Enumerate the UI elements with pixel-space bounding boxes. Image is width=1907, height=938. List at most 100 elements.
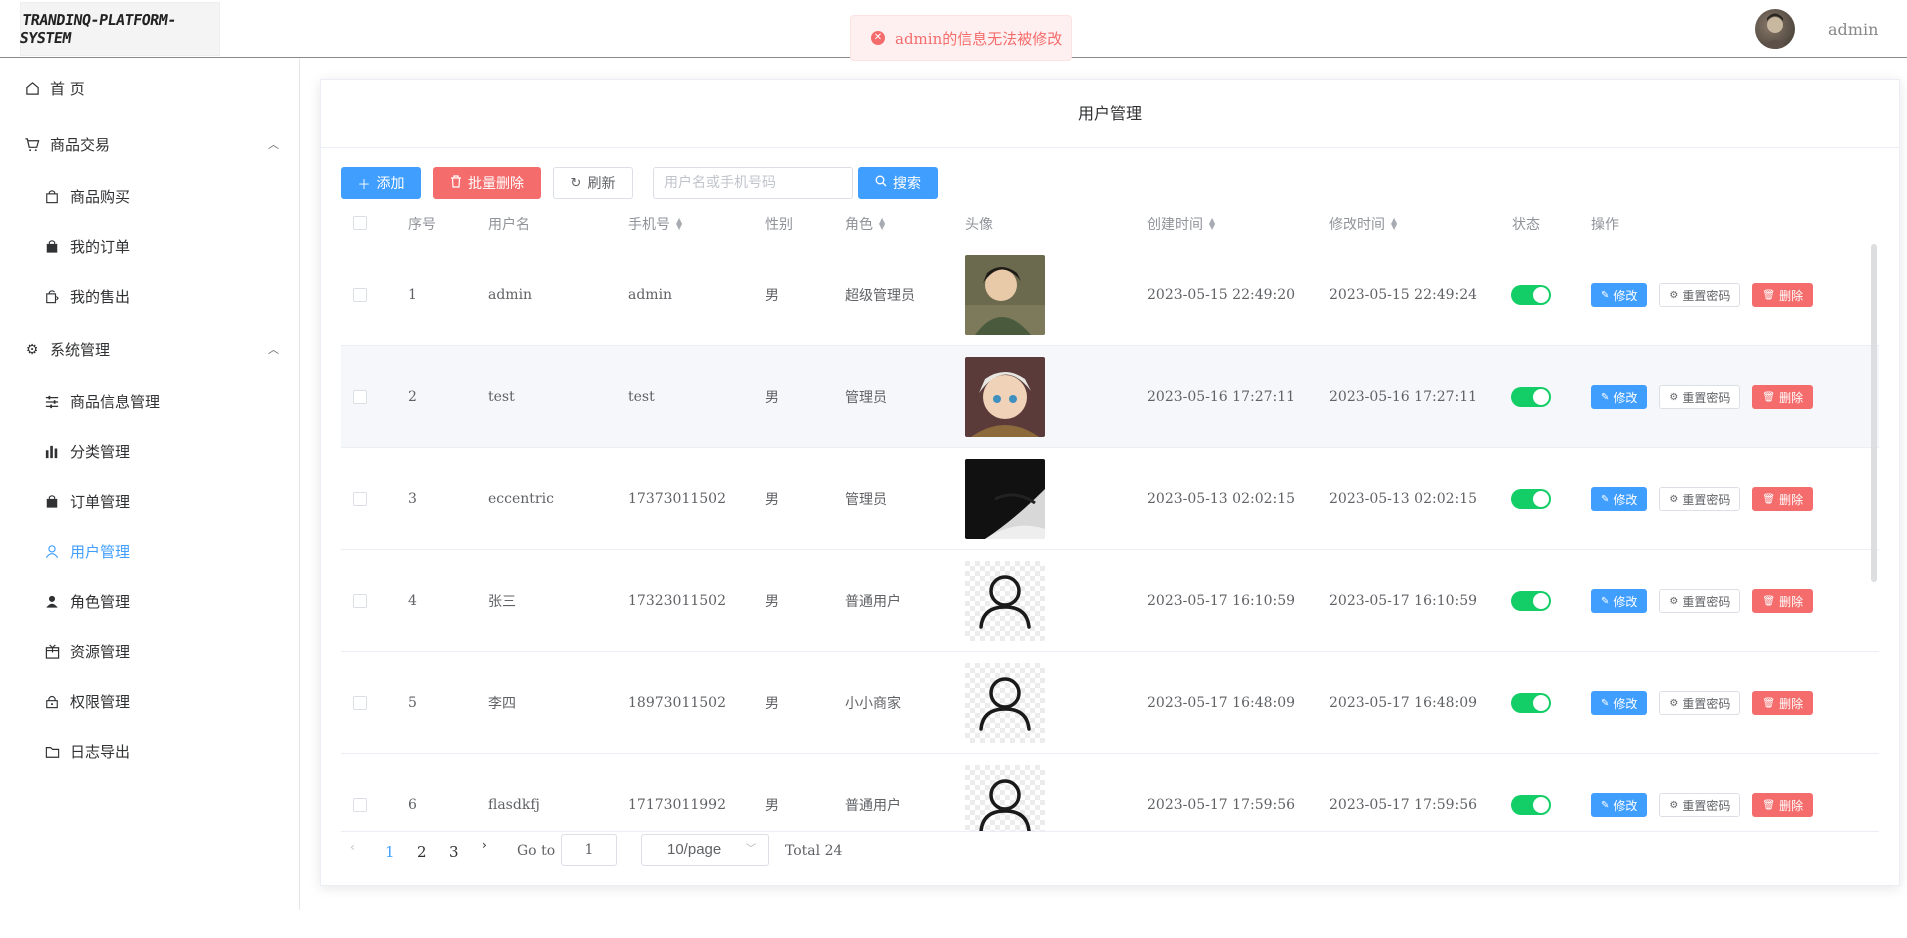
column-header-modified[interactable]: 修改时间 ▲ ▼ [1329,214,1397,234]
row-checkbox[interactable] [353,390,367,404]
folder-icon [44,744,60,760]
sidebar-item-permission-manage[interactable]: 权限管理 [44,691,130,712]
row-checkbox[interactable] [353,288,367,302]
sort-icon[interactable]: ▲ ▼ [676,217,682,231]
reset-password-button[interactable]: ⚙ 重置密码 [1659,283,1741,307]
goto-page-input[interactable] [561,834,617,866]
sidebar: 首 页 商品交易 ︿ 商品购买 我的订单 我的售出 ⚙ 系统管理 ︿ 商品信息管… [0,58,300,910]
edit-button[interactable]: ✎ 修改 [1591,793,1648,817]
row-checkbox-cell[interactable] [353,754,367,831]
page-size-select[interactable]: 10/page ﹀ [641,834,769,866]
edit-button[interactable]: ✎ 修改 [1591,283,1648,307]
cell-status[interactable] [1511,754,1551,831]
delete-button[interactable]: 🗑 删除 [1752,691,1814,715]
sidebar-item-user-manage[interactable]: 用户管理 [44,541,130,562]
table-row[interactable]: 5 李四 18973011502 男 小小商家 2023-05-17 16:48:09 20… [341,652,1879,754]
sidebar-item-my-sold[interactable]: 我的售出 [44,286,130,307]
cell-status[interactable] [1511,244,1551,346]
row-checkbox[interactable] [353,492,367,506]
status-toggle[interactable] [1511,285,1551,305]
status-toggle[interactable] [1511,489,1551,509]
reset-password-button[interactable]: ⚙ 重置密码 [1659,487,1741,511]
delete-button[interactable]: 🗑 删除 [1752,385,1814,409]
page-number-1[interactable]: 1 [385,843,395,861]
cell-status[interactable] [1511,550,1551,652]
select-all-checkbox[interactable] [353,216,367,230]
edit-button[interactable]: ✎ 修改 [1591,487,1648,511]
prev-page-icon[interactable]: ‹ [350,840,355,854]
refresh-button[interactable]: ↻ 刷新 [553,167,633,199]
status-toggle[interactable] [1511,795,1551,815]
sidebar-item-log-export[interactable]: 日志导出 [44,741,130,762]
batch-delete-button[interactable]: 批量删除 [433,167,541,199]
status-toggle[interactable] [1511,387,1551,407]
reset-password-button[interactable]: ⚙ 重置密码 [1659,793,1741,817]
row-checkbox-cell[interactable] [353,244,367,346]
sidebar-item-my-orders[interactable]: 我的订单 [44,236,130,257]
sidebar-group-trade[interactable]: 商品交易 [24,134,110,155]
cell-role: 超级管理员 [845,288,915,304]
add-button[interactable]: ＋ 添加 [341,167,421,199]
chevron-up-icon[interactable]: ︿ [268,136,279,152]
reset-password-button[interactable]: ⚙ 重置密码 [1659,691,1741,715]
sort-icon[interactable]: ▲ ▼ [1391,217,1397,231]
chevron-up-icon[interactable]: ︿ [268,341,279,357]
row-checkbox[interactable] [353,798,367,812]
cell-status[interactable] [1511,652,1551,754]
sidebar-item-buy[interactable]: 商品购买 [44,186,130,207]
edit-button[interactable]: ✎ 修改 [1591,691,1648,715]
search-input[interactable] [653,167,853,199]
status-toggle[interactable] [1511,693,1551,713]
next-page-icon[interactable]: › [482,838,487,852]
button-label: 重置密码 [1682,798,1731,813]
row-checkbox[interactable] [353,696,367,710]
column-header-phone[interactable]: 手机号 ▲ ▼ [628,214,682,234]
cell-status[interactable] [1511,448,1551,550]
row-checkbox-cell[interactable] [353,652,367,754]
table-row[interactable]: 2 test test 男 管理员 2023-05-16 17:27:11 2023-05-… [341,346,1879,448]
row-checkbox-cell[interactable] [353,550,367,652]
bag-icon [44,189,60,205]
sidebar-item-product-info[interactable]: 商品信息管理 [44,391,160,412]
sidebar-item-home[interactable]: 首 页 [24,78,85,99]
sidebar-item-order-manage[interactable]: 订单管理 [44,491,130,512]
sort-icon[interactable]: ▲ ▼ [1209,217,1215,231]
row-checkbox[interactable] [353,594,367,608]
cell-username: 李四 [488,696,516,712]
cell-role: 普通用户 [845,594,901,610]
cell-created: 2023-05-13 02:02:15 [1147,491,1296,507]
delete-button[interactable]: 🗑 删除 [1752,589,1814,613]
reset-password-button[interactable]: ⚙ 重置密码 [1659,385,1741,409]
sort-icon[interactable]: ▲ ▼ [879,217,885,231]
sidebar-item-category[interactable]: 分类管理 [44,441,130,462]
table-row[interactable]: 1 admin admin 男 超级管理员 2023-05-15 22:49:20 2023… [341,244,1879,346]
table-row[interactable]: 3 eccentric 17373011502 男 管理员 2023-05-13 02:0… [341,448,1879,550]
edit-button[interactable]: ✎ 修改 [1591,589,1648,613]
delete-button[interactable]: 🗑 删除 [1752,487,1814,511]
sidebar-item-resource-manage[interactable]: 资源管理 [44,641,130,662]
column-header-actions: 操作 [1591,217,1619,233]
page-number-3[interactable]: 3 [449,843,459,861]
cell-status[interactable] [1511,346,1551,448]
page-number-2[interactable]: 2 [417,843,427,861]
column-header-created[interactable]: 创建时间 ▲ ▼ [1147,214,1215,234]
button-label: 删除 [1779,798,1804,813]
edit-button[interactable]: ✎ 修改 [1591,385,1648,409]
row-checkbox-cell[interactable] [353,346,367,448]
app-logo[interactable]: TRANDINQ-PLATFORM-SYSTEM [18,2,220,56]
status-toggle[interactable] [1511,591,1551,611]
header-username[interactable]: admin [1828,20,1878,39]
row-checkbox-cell[interactable] [353,448,367,550]
trash-icon: 🗑 [1762,289,1776,301]
table-scrollbar[interactable] [1871,244,1877,582]
delete-button[interactable]: 🗑 删除 [1752,283,1814,307]
sidebar-group-system[interactable]: ⚙ 系统管理 [24,339,110,360]
search-button[interactable]: 搜索 [858,167,938,199]
reset-password-button[interactable]: ⚙ 重置密码 [1659,589,1741,613]
table-row[interactable]: 4 张三 17323011502 男 普通用户 2023-05-17 16:10:59 20… [341,550,1879,652]
user-avatar[interactable] [1755,9,1795,49]
delete-button[interactable]: 🗑 删除 [1752,793,1814,817]
table-row[interactable]: 6 flasdkfj 17173011992 男 普通用户 2023-05-17 17:5… [341,754,1879,832]
column-header-role[interactable]: 角色 ▲ ▼ [845,214,885,234]
sidebar-item-role-manage[interactable]: 角色管理 [44,591,130,612]
